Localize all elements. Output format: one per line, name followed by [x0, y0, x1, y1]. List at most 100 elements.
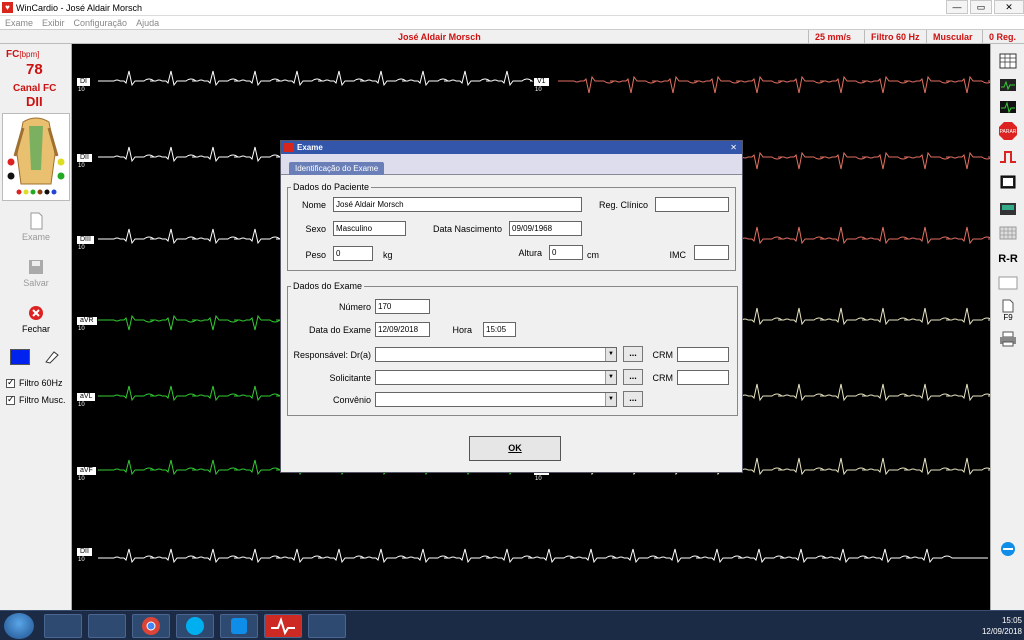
menu-configuracao[interactable]: Configuração — [74, 18, 128, 28]
ecg-trace-right-0 — [558, 75, 990, 94]
minimize-button[interactable]: — — [946, 0, 968, 14]
menu-exame[interactable]: Exame — [5, 18, 33, 28]
convenio-select[interactable]: ▼ — [375, 392, 617, 407]
menu-ajuda[interactable]: Ajuda — [136, 18, 159, 28]
responsavel-label: Responsável: Dr(a) — [293, 350, 371, 360]
skype-taskbar-icon[interactable] — [176, 614, 214, 638]
close-window-button[interactable]: ✕ — [994, 0, 1024, 14]
reg-clinico-input[interactable] — [655, 197, 729, 212]
lead-label-diii: DIII — [77, 236, 94, 244]
system-clock[interactable]: 15:05 12/09/2018 — [982, 615, 1022, 637]
pen-tool-icon[interactable] — [44, 350, 60, 366]
pulse-icon[interactable] — [997, 148, 1019, 166]
filtro-musc-label: Filtro Musc. — [19, 395, 66, 405]
crm-input-1[interactable] — [677, 347, 729, 362]
scanner-taskbar-icon[interactable] — [88, 614, 126, 638]
salvar-button[interactable]: Salvar — [0, 258, 72, 288]
maximize-button[interactable]: ▭ — [970, 0, 992, 14]
fc-label: FC[bpm] — [6, 49, 40, 60]
exame-button[interactable]: Exame — [0, 212, 72, 242]
printer-icon[interactable] — [997, 330, 1019, 348]
paint-taskbar-icon[interactable] — [308, 614, 346, 638]
grid-dots-icon[interactable] — [997, 224, 1019, 242]
filtro-musc-checkbox[interactable]: Filtro Musc. — [6, 394, 66, 405]
start-button[interactable] — [4, 613, 34, 639]
filtro-60hz-label: Filtro 60Hz — [19, 378, 63, 388]
group-dados-paciente: Dados do Paciente Nome José Aldair Morsc… — [287, 182, 736, 271]
hora-label: Hora — [452, 325, 472, 335]
ecg-trace-left-0 — [98, 70, 534, 87]
responsavel-lookup-button[interactable]: ... — [623, 346, 643, 362]
window-title: WinCardio - José Aldair Morsch — [16, 2, 143, 13]
dialog-title: Exame — [297, 143, 323, 152]
f9-button[interactable]: F9 — [997, 296, 1019, 324]
data-exame-input[interactable]: 12/09/2018 — [375, 322, 430, 337]
color-swatch[interactable] — [10, 349, 30, 365]
chevron-down-icon[interactable]: ▼ — [605, 371, 616, 384]
dialog-close-icon[interactable]: ✕ — [730, 141, 737, 154]
imc-input[interactable] — [694, 245, 729, 260]
panel-icon[interactable] — [997, 200, 1019, 218]
fechar-button[interactable]: Fechar — [0, 304, 72, 334]
right-toolbar: PARAR R-R F9 — [990, 44, 1024, 610]
chevron-down-icon[interactable]: ▼ — [605, 348, 616, 361]
convenio-lookup-button[interactable]: ... — [623, 391, 643, 407]
clock-time: 15:05 — [1001, 616, 1022, 625]
hora-input[interactable]: 15:05 — [483, 322, 516, 337]
responsavel-select[interactable]: ▼ — [375, 347, 617, 362]
data-nascimento-input[interactable]: 09/09/1968 — [509, 221, 582, 236]
grid-report-icon[interactable] — [997, 52, 1019, 70]
sexo-input[interactable]: Masculino — [333, 221, 406, 236]
peso-input[interactable]: 0 — [333, 246, 373, 261]
status-patient: José Aldair Morsch — [398, 32, 481, 42]
teamviewer-side-icon[interactable] — [997, 540, 1019, 558]
monitor-green-icon[interactable] — [997, 76, 1019, 94]
tab-identificacao[interactable]: Identificação do Exame — [289, 162, 385, 175]
solicitante-select[interactable]: ▼ — [375, 370, 617, 385]
altura-label: Altura — [518, 248, 542, 258]
filtro-musc-check[interactable] — [6, 394, 15, 405]
title-bar: ♥ WinCardio - José Aldair Morsch — ▭ ✕ — [0, 0, 1024, 16]
crm-label-2: CRM — [652, 373, 674, 383]
peso-label: Peso — [305, 250, 326, 260]
lead-label-v1-scale: 10 — [535, 87, 542, 93]
numero-label: Número — [338, 302, 371, 312]
floppy-icon — [27, 258, 45, 276]
blank-icon[interactable] — [997, 274, 1019, 292]
menu-bar: Exame Exibir Configuração Ajuda — [0, 16, 1024, 30]
menu-exibir[interactable]: Exibir — [42, 18, 65, 28]
dialog-heart-icon — [284, 143, 294, 152]
ok-button[interactable]: OK — [469, 436, 561, 461]
altura-input[interactable]: 0 — [549, 245, 583, 260]
solicitante-lookup-button[interactable]: ... — [623, 369, 643, 385]
lead-label-v6-scale: 10 — [535, 476, 542, 482]
f9-label: F9 — [1003, 312, 1013, 322]
ecg-wave-icon[interactable] — [997, 98, 1019, 116]
file-explorer-taskbar-icon[interactable] — [44, 614, 82, 638]
filtro-60hz-check[interactable] — [6, 377, 15, 388]
clock-date: 12/09/2018 — [981, 627, 1022, 636]
chevron-down-icon[interactable]: ▼ — [605, 393, 616, 406]
stop-icon[interactable]: PARAR — [997, 122, 1019, 140]
screen-icon[interactable] — [997, 174, 1019, 192]
rr-button[interactable]: R-R — [997, 250, 1019, 268]
window-controls: — ▭ ✕ — [944, 0, 1024, 16]
chrome-taskbar-icon[interactable] — [132, 614, 170, 638]
crm-input-2[interactable] — [677, 370, 729, 385]
taskbar: 15:05 12/09/2018 — [0, 610, 1024, 640]
status-muscular: Muscular — [926, 30, 973, 44]
teamviewer-taskbar-icon[interactable] — [220, 614, 258, 638]
lead-label-avr-scale: 10 — [78, 326, 85, 332]
fechar-label: Fechar — [21, 324, 50, 334]
numero-input[interactable]: 170 — [375, 299, 430, 314]
lead-label-avl-scale: 10 — [78, 402, 85, 408]
data-exame-label: Data do Exame — [308, 325, 371, 335]
group-dados-exame: Dados do Exame Número 170 Data do Exame … — [287, 281, 738, 416]
status-line: José Aldair Morsch 25 mm/s Filtro 60 Hz … — [0, 30, 1024, 44]
data-nascimento-label: Data Nascimento — [432, 224, 502, 234]
torso-electrode-diagram[interactable] — [2, 113, 70, 201]
crm-label-1: CRM — [652, 350, 674, 360]
nome-input[interactable]: José Aldair Morsch — [333, 197, 582, 212]
filtro-60hz-checkbox[interactable]: Filtro 60Hz — [6, 377, 63, 388]
wincardio-taskbar-icon[interactable] — [264, 614, 302, 638]
